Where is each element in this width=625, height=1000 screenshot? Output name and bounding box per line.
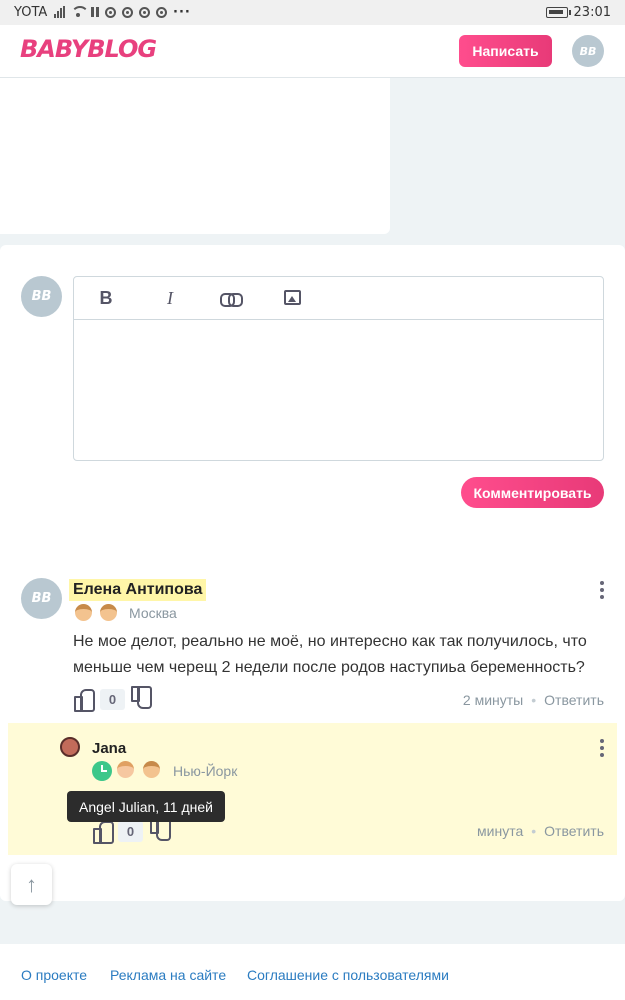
- image-button[interactable]: [282, 288, 302, 305]
- arrow-up-icon: ↑: [26, 871, 37, 897]
- reply-link[interactable]: Ответить: [544, 692, 604, 708]
- chrome-icon: [122, 6, 133, 18]
- submit-comment-button[interactable]: Комментировать: [461, 477, 604, 508]
- reply-link[interactable]: Ответить: [544, 823, 604, 839]
- comment-time: 2 минуты: [462, 692, 524, 708]
- link-icon: [220, 293, 243, 307]
- chrome-icon: [105, 6, 116, 18]
- babyblog-logo[interactable]: BABYBLOG: [20, 35, 157, 63]
- site-header: BABYBLOG Написать BB: [0, 25, 625, 78]
- thumbs-up-icon[interactable]: [93, 821, 114, 844]
- more-options-icon[interactable]: [600, 581, 604, 602]
- comment-editor: B I: [73, 276, 604, 461]
- pregnancy-clock-icon[interactable]: [92, 761, 112, 781]
- editor-toolbar: B I: [74, 277, 603, 320]
- chrome-icon: [139, 6, 150, 18]
- italic-button[interactable]: I: [160, 288, 180, 309]
- link-button[interactable]: [220, 288, 243, 307]
- chrome-icon: [156, 6, 167, 18]
- write-button[interactable]: Написать: [459, 35, 552, 67]
- author-city: Нью-Йорк: [173, 763, 238, 779]
- user-avatar[interactable]: BB: [572, 35, 604, 67]
- more-notifications-icon: ···: [173, 4, 191, 20]
- reply-author-avatar[interactable]: [60, 737, 80, 757]
- author-city: Москва: [129, 605, 177, 621]
- post-card: [0, 78, 390, 234]
- battery-icon: [545, 7, 571, 18]
- child-boy-icon: [75, 604, 92, 621]
- child-boy-icon[interactable]: [143, 761, 160, 778]
- comment-textarea[interactable]: [74, 320, 603, 460]
- reply-comment: Jana Нью-Йорк каких родов? 0 минута•Отве…: [8, 723, 617, 855]
- footer-link-ads[interactable]: Реклама на сайте: [110, 967, 226, 983]
- comment-meta: минута • Ответить: [477, 823, 604, 839]
- more-options-icon[interactable]: [600, 739, 604, 760]
- status-bar: YOTA ··· 23:01: [0, 0, 625, 25]
- vote-count: 0: [100, 689, 125, 710]
- wifi-icon: [71, 6, 89, 18]
- thumbs-up-icon[interactable]: [74, 689, 95, 712]
- pause-icon: [91, 7, 99, 17]
- footer-link-agreement[interactable]: Соглашение с пользователями: [247, 967, 449, 983]
- footer-link-about[interactable]: О проекте: [21, 967, 87, 983]
- scroll-top-button[interactable]: ↑: [11, 864, 52, 905]
- comment-time: минута: [477, 823, 524, 839]
- thumbs-down-icon[interactable]: [150, 821, 170, 841]
- bold-button[interactable]: B: [96, 288, 116, 309]
- carrier-name: YOTA: [14, 5, 48, 20]
- current-user-avatar: BB: [21, 276, 62, 317]
- thumbs-down-icon[interactable]: [131, 689, 151, 709]
- vote-count: 0: [118, 821, 143, 842]
- comment-author-avatar[interactable]: BB: [21, 578, 62, 619]
- reply-author-name[interactable]: Jana: [92, 740, 126, 757]
- comment-text: Не мое делот, реально не моё, но интерес…: [73, 633, 587, 676]
- image-icon: [284, 290, 301, 305]
- signal-icon: [54, 6, 65, 18]
- clock-time: 23:01: [573, 5, 611, 20]
- comment-meta: 2 минуты • Ответить: [462, 692, 604, 708]
- child-boy-icon: [100, 604, 117, 621]
- child-girl-icon[interactable]: [117, 761, 134, 778]
- site-footer: О проекте Реклама на сайте Соглашение с …: [0, 944, 625, 1000]
- comment-author-name[interactable]: Елена Антипова: [69, 579, 207, 601]
- child-tooltip: Angel Julian, 11 дней: [67, 791, 225, 822]
